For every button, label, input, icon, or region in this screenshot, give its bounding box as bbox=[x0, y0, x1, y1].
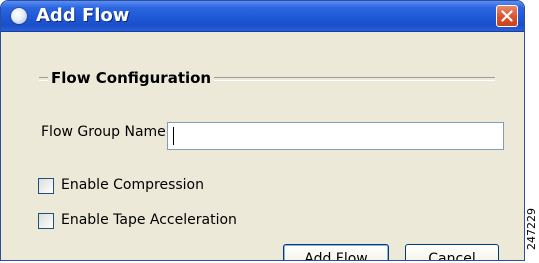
dialog-body: Flow Configuration Flow Group Name: Enab… bbox=[1, 32, 524, 260]
add-flow-dialog: Add Flow Flow Configuration Flow Group N… bbox=[0, 0, 525, 261]
close-icon bbox=[501, 10, 513, 22]
text-cursor bbox=[173, 127, 174, 145]
figure-id: 247229 bbox=[525, 208, 538, 250]
flow-group-name-input[interactable] bbox=[167, 122, 504, 150]
group-title: Flow Configuration bbox=[48, 69, 215, 87]
flow-group-name-label: Flow Group Name: bbox=[41, 124, 171, 140]
close-button[interactable] bbox=[496, 5, 518, 27]
cancel-button[interactable]: Cancel bbox=[405, 244, 499, 260]
enable-tape-acceleration-label[interactable]: Enable Tape Acceleration bbox=[61, 212, 237, 228]
add-flow-button[interactable]: Add Flow bbox=[283, 244, 389, 260]
app-bullet-icon bbox=[11, 8, 27, 24]
enable-tape-acceleration-checkbox[interactable] bbox=[38, 213, 54, 229]
dialog-title: Add Flow bbox=[36, 5, 130, 26]
enable-compression-label[interactable]: Enable Compression bbox=[61, 177, 204, 193]
title-bar[interactable]: Add Flow bbox=[1, 1, 524, 32]
enable-compression-checkbox[interactable] bbox=[38, 178, 54, 194]
